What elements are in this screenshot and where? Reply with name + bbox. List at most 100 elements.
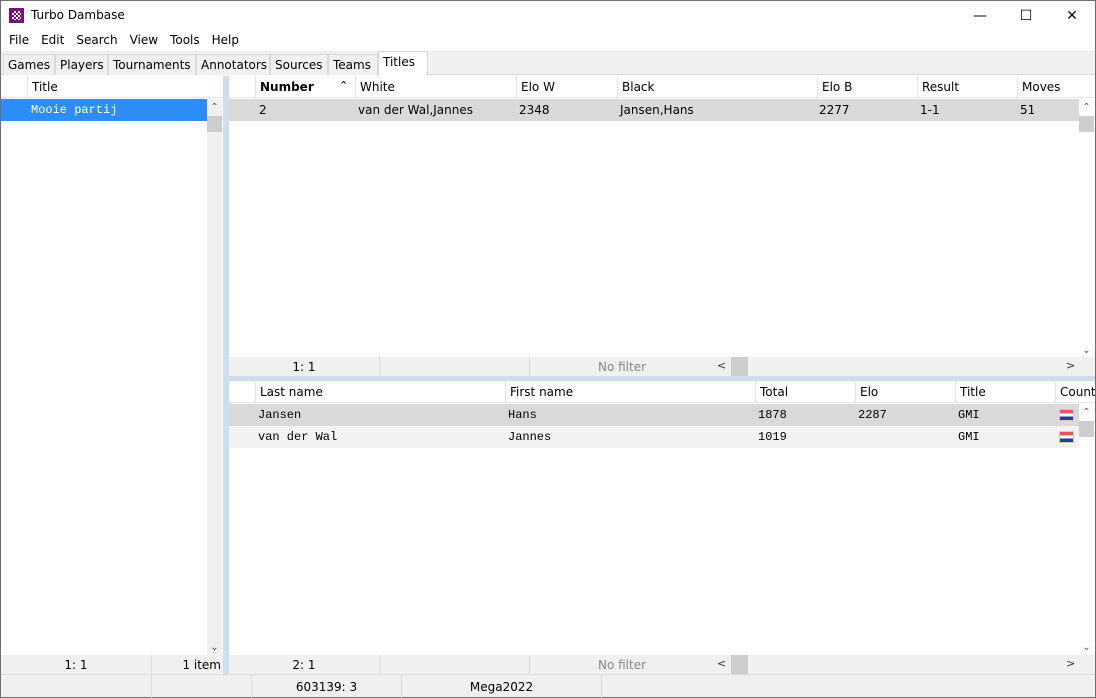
scroll-up-icon[interactable]: ⌃ xyxy=(207,99,222,115)
scroll-down-icon[interactable]: ⌄ xyxy=(207,639,222,655)
app-window: Turbo Dambase — ☐ ✕ File Edit Search Vie… xyxy=(0,0,1096,698)
netherlands-flag-icon xyxy=(1059,409,1074,421)
tab-sources[interactable]: Sources xyxy=(270,54,328,75)
column-header-last-name[interactable]: Last name xyxy=(255,381,505,403)
horizontal-scroll-thumb[interactable] xyxy=(731,655,748,674)
tab-titles[interactable]: Titles xyxy=(378,51,428,76)
status-cell-5 xyxy=(601,675,1095,698)
titles-count: 1 item xyxy=(151,655,223,674)
status-database-name: Mega2022 xyxy=(401,675,601,698)
cell-first-name: Hans xyxy=(508,408,537,422)
column-header-title[interactable]: Title xyxy=(955,381,1055,403)
scroll-left-icon[interactable]: < xyxy=(717,359,726,372)
cell-elo xyxy=(854,426,954,448)
netherlands-flag-icon xyxy=(1059,431,1074,443)
tab-teams[interactable]: Teams xyxy=(328,54,378,75)
scroll-up-icon[interactable]: ⌃ xyxy=(1079,404,1094,420)
status-cell-1 xyxy=(1,675,151,698)
column-header-elo-w[interactable]: Elo W xyxy=(516,76,617,98)
tab-games[interactable]: Games xyxy=(3,54,55,75)
scroll-up-icon[interactable]: ⌃ xyxy=(1079,99,1094,115)
cell-white: van der Wal,Jannes xyxy=(358,103,473,117)
table-row[interactable]: van der Wal Jannes 1019 GMI xyxy=(229,426,1079,448)
titles-list-footer: 1: 1 1 item xyxy=(1,655,223,674)
cell-elo-b: 2277 xyxy=(819,103,850,117)
cell-number: 2 xyxy=(259,103,267,117)
app-logo-icon xyxy=(9,8,24,23)
minimize-icon: — xyxy=(973,8,987,24)
menu-help[interactable]: Help xyxy=(206,31,245,51)
tab-annotators[interactable]: Annotators xyxy=(196,54,270,75)
close-icon: ✕ xyxy=(1066,8,1078,24)
tab-bar: Games Players Tournaments Annotators Sou… xyxy=(1,51,1095,76)
sort-ascending-icon: ⌃ xyxy=(339,79,349,92)
cell-first-name: Jannes xyxy=(508,430,552,444)
minimize-button[interactable]: — xyxy=(957,1,1003,31)
games-filter-status: No filter xyxy=(529,357,714,376)
status-bar: 603139: 3 Mega2022 xyxy=(1,674,1095,698)
close-button[interactable]: ✕ xyxy=(1049,1,1095,31)
players-filter-status: No filter xyxy=(529,655,714,674)
players-table-header: Last name First name Total Elo Title Cou… xyxy=(229,381,1095,403)
players-position: 2: 1 xyxy=(292,658,316,672)
cell-black: Jansen,Hans xyxy=(620,103,694,117)
games-vertical-scrollbar[interactable]: ⌃ ⌄ xyxy=(1079,99,1094,358)
cell-elo: 2287 xyxy=(858,408,887,422)
cell-last-name: Jansen xyxy=(258,408,302,422)
players-table-footer: 2: 1 No filter < > xyxy=(229,655,1095,674)
cell-result: 1-1 xyxy=(920,103,940,117)
cell-title: GMI xyxy=(958,430,980,444)
menu-bar: File Edit Search View Tools Help xyxy=(1,31,1095,51)
column-header-first-name[interactable]: First name xyxy=(505,381,755,403)
players-table-pane: Last name First name Total Elo Title Cou… xyxy=(229,381,1095,655)
scroll-right-icon[interactable]: > xyxy=(1066,359,1075,372)
column-header-total[interactable]: Total xyxy=(755,381,855,403)
column-header-result[interactable]: Result xyxy=(917,76,1017,98)
menu-edit[interactable]: Edit xyxy=(35,31,70,51)
cell-country xyxy=(1055,426,1079,448)
menu-search[interactable]: Search xyxy=(70,31,123,51)
scroll-down-icon[interactable]: ⌄ xyxy=(1079,639,1094,655)
window-title: Turbo Dambase xyxy=(31,8,125,22)
scroll-left-icon[interactable]: < xyxy=(717,657,726,670)
games-table-header: Number ⌃ White Elo W Black Elo B Result … xyxy=(229,76,1095,98)
status-cell-2 xyxy=(151,675,251,698)
scroll-thumb[interactable] xyxy=(1079,421,1094,437)
cell-last-name: van der Wal xyxy=(258,430,338,444)
title-bar: Turbo Dambase — ☐ ✕ xyxy=(1,1,1095,31)
table-row[interactable]: 2 van der Wal,Jannes 2348 Jansen,Hans 22… xyxy=(229,99,1079,121)
horizontal-scroll-thumb[interactable] xyxy=(731,357,748,376)
title-name: Mooie partij xyxy=(31,103,118,117)
menu-tools[interactable]: Tools xyxy=(164,31,206,51)
maximize-button[interactable]: ☐ xyxy=(1003,1,1049,31)
column-header-black[interactable]: Black xyxy=(617,76,817,98)
maximize-icon: ☐ xyxy=(1019,8,1033,24)
cell-total: 1878 xyxy=(758,408,787,422)
menu-view[interactable]: View xyxy=(124,31,164,51)
games-table-pane: Number ⌃ White Elo W Black Elo B Result … xyxy=(229,76,1095,358)
cell-country xyxy=(1055,404,1079,426)
column-header-white[interactable]: White xyxy=(355,76,516,98)
column-header-elo-b[interactable]: Elo B xyxy=(817,76,917,98)
column-header-country[interactable]: Country xyxy=(1055,381,1095,403)
titles-position: 1: 1 xyxy=(64,658,88,672)
column-header-moves[interactable]: Moves xyxy=(1017,76,1095,98)
titles-vertical-scrollbar[interactable]: ⌃ ⌄ xyxy=(207,99,222,655)
column-header-title[interactable]: Title xyxy=(27,76,223,98)
cell-total: 1019 xyxy=(758,430,787,444)
scroll-down-icon[interactable]: ⌄ xyxy=(1079,342,1094,358)
tab-players[interactable]: Players xyxy=(55,54,108,75)
games-table-footer: 1: 1 No filter < > xyxy=(229,357,1095,376)
column-header-elo[interactable]: Elo xyxy=(855,381,955,403)
cell-title: GMI xyxy=(958,408,980,422)
scroll-thumb[interactable] xyxy=(207,116,222,132)
games-footer-empty xyxy=(379,357,529,376)
menu-file[interactable]: File xyxy=(3,31,35,51)
scroll-thumb[interactable] xyxy=(1079,116,1094,132)
players-vertical-scrollbar[interactable]: ⌃ ⌄ xyxy=(1079,404,1094,655)
games-position: 1: 1 xyxy=(292,360,316,374)
tab-tournaments[interactable]: Tournaments xyxy=(108,54,196,75)
list-item[interactable]: Mooie partij xyxy=(1,99,207,121)
scroll-right-icon[interactable]: > xyxy=(1066,657,1075,670)
table-row[interactable]: Jansen Hans 1878 2287 GMI xyxy=(229,404,1079,426)
